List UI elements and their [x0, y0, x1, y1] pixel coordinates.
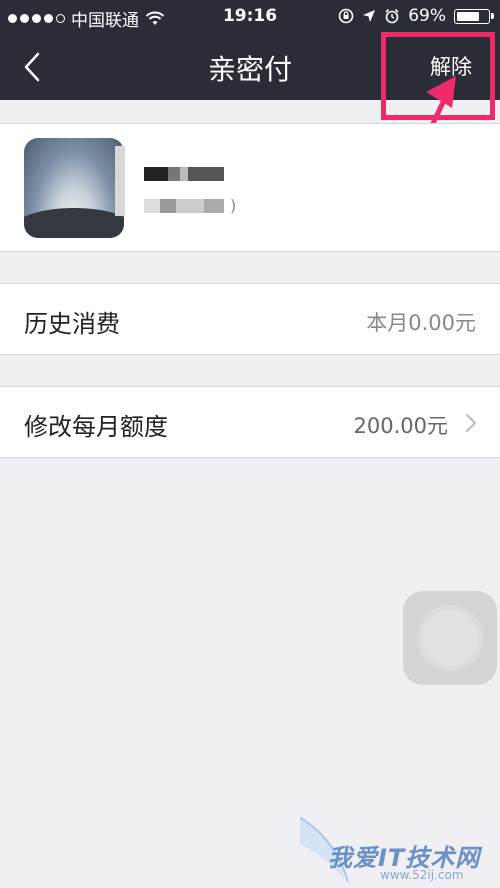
assistive-touch-icon — [422, 610, 478, 666]
history-spending-row[interactable]: 历史消费 本月0.00元 — [0, 283, 500, 355]
assistive-touch-button[interactable] — [403, 591, 497, 685]
status-bar: 中国联通 19:16 69% — [0, 0, 500, 34]
monthly-limit-label: 修改每月额度 — [24, 413, 168, 441]
redacted-account — [144, 199, 224, 213]
alarm-icon — [385, 8, 399, 24]
profile-card — [0, 123, 500, 252]
redacted-name — [144, 167, 224, 181]
monthly-limit-value: 200.00元 — [353, 414, 448, 438]
chevron-right-icon — [466, 414, 476, 432]
battery-percent: 69% — [408, 6, 446, 26]
battery-icon — [454, 8, 494, 24]
watermark-url: www.52ij.com — [380, 868, 464, 882]
location-icon — [363, 10, 376, 22]
status-right: 69% — [338, 6, 494, 26]
avatar — [24, 138, 124, 238]
redacted-paren: ) — [230, 196, 237, 215]
rotation-lock-icon — [338, 8, 354, 24]
monthly-limit-row[interactable]: 修改每月额度 200.00元 — [0, 386, 500, 458]
pixelated-redaction — [115, 146, 125, 216]
history-spending-label: 历史消费 — [24, 310, 120, 338]
history-spending-value: 本月0.00元 — [366, 311, 476, 335]
